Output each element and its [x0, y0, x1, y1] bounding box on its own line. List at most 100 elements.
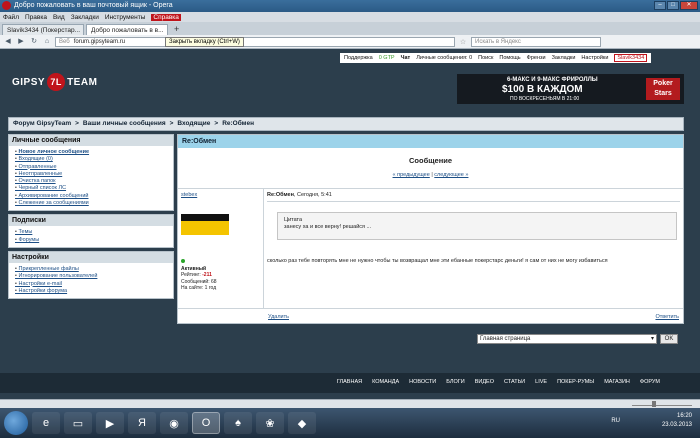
nav-support[interactable]: Поддержка [344, 55, 373, 61]
menu-bookmarks[interactable]: Закладки [71, 14, 99, 21]
menu-view[interactable]: Вид [53, 14, 65, 21]
post-text: сколько раз тебе повторять мне не нужно … [267, 258, 608, 264]
opera-icon[interactable]: O [192, 412, 220, 434]
zoom-slider[interactable] [632, 401, 692, 407]
menu-help[interactable]: Справка [151, 13, 181, 21]
nav-pm[interactable]: Личные сообщения: 0 [416, 55, 472, 61]
post-subject: Re:Обмен [267, 192, 294, 198]
nav-chat[interactable]: Чат [401, 55, 411, 61]
logo-text-left: GIPSY [12, 76, 46, 88]
sidebar-item-sent[interactable]: Отправленные [15, 164, 169, 171]
menu-bar: Файл Правка Вид Закладки Инструменты Спр… [0, 12, 700, 22]
crumb-forum[interactable]: Форум GipsyTeam [13, 118, 71, 130]
window-title: Добро пожаловать в ваш почтовый ящик - O… [14, 2, 173, 9]
footer-news[interactable]: НОВОСТИ [409, 379, 436, 385]
footer-articles[interactable]: СТАТЬИ [504, 379, 525, 385]
home-icon[interactable]: ⌂ [42, 37, 52, 47]
author-link[interactable]: stebex [181, 192, 260, 198]
yandex-icon[interactable]: Я [128, 412, 156, 434]
sidebar-item-forum-settings[interactable]: Настройки форума [15, 288, 169, 295]
sidebar-item-ignore[interactable]: Игнорирование пользователей [15, 273, 169, 280]
footer-blogs[interactable]: БЛОГИ [446, 379, 464, 385]
sidebar-item-email[interactable]: Настройки e-mail [15, 281, 169, 288]
menu-tools[interactable]: Инструменты [105, 14, 146, 21]
nav-search[interactable]: Поиск [478, 55, 493, 61]
crumb-current: Re:Обмен [222, 120, 254, 127]
start-button[interactable] [4, 411, 28, 435]
forum-jump-select[interactable]: Главная страница [477, 334, 657, 344]
tab-mailbox[interactable]: Добро пожаловать в в... [86, 24, 168, 35]
tray-clock[interactable]: 16:20 23.03.2013 [662, 412, 692, 430]
opera-logo-icon[interactable] [2, 1, 11, 10]
delete-link[interactable]: Удалить [268, 314, 289, 320]
author-avatar [181, 214, 229, 235]
forum-jump-ok-button[interactable]: OK [660, 334, 678, 344]
pokerstars-logo: Poker Stars [646, 78, 680, 100]
minimize-button[interactable]: – [654, 1, 666, 10]
menu-file[interactable]: Файл [3, 14, 19, 21]
reload-icon[interactable]: ↻ [29, 37, 39, 47]
next-message-link[interactable]: следующее » [434, 172, 468, 178]
pokerstars-icon[interactable]: ♠ [224, 412, 252, 434]
sidebar-item-archive[interactable]: Архивирование сообщений [15, 193, 169, 200]
crumb-pm[interactable]: Ваши личные сообщения [83, 118, 166, 130]
url-text: forum.gipsyteam.ru [73, 38, 126, 45]
prev-message-link[interactable]: « предыдущее [393, 172, 430, 178]
sidebar-item-unsent[interactable]: Неотправленные [15, 171, 169, 178]
new-tab-button[interactable]: + [170, 24, 183, 35]
forward-icon[interactable]: ▶ [16, 37, 26, 47]
nav-help[interactable]: Помощь [499, 55, 520, 61]
banner-line1: 6-МАКС И 9-МАКС ФРИРОЛЛЫ [507, 77, 598, 83]
footer-forum[interactable]: ФОРУМ [640, 379, 660, 385]
maximize-button[interactable]: □ [667, 1, 679, 10]
nav-gtp[interactable]: 0 GTP [379, 55, 395, 61]
crumb-inbox[interactable]: Входящие [177, 118, 210, 130]
footer-team[interactable]: КОМАНДА [372, 379, 399, 385]
tray-language[interactable]: RU [611, 418, 620, 424]
icq-icon[interactable]: ❀ [256, 412, 284, 434]
media-icon[interactable]: ▶ [96, 412, 124, 434]
back-icon[interactable]: ◀ [3, 37, 13, 47]
nav-bookmarks[interactable]: Закладки [552, 55, 576, 61]
nav-user[interactable]: Slavik3434 [614, 54, 648, 62]
pokerstars-banner[interactable]: 6-МАКС И 9-МАКС ФРИРОЛЛЫ $100 В КАЖДОМ П… [457, 74, 684, 104]
bookmark-star-icon[interactable]: ☆ [458, 38, 468, 46]
sidebar-item-tracking[interactable]: Слежение за сообщениями [15, 200, 169, 207]
post-date: , Сегодня, 5:41 [293, 192, 332, 198]
footer-main[interactable]: ГЛАВНАЯ [337, 379, 362, 385]
browser-statusbar [0, 399, 700, 408]
tray-date: 23.03.2013 [661, 422, 692, 428]
url-field[interactable]: Веб forum.gipsyteam.ru [55, 36, 455, 47]
tab-bar: Slavik3434 (Покерстар... Добро пожаловат… [0, 22, 700, 35]
footer-rooms[interactable]: ПОКЕР-РУМЫ [557, 379, 594, 385]
ie-icon[interactable]: e [32, 412, 60, 434]
sidebar-item-topics[interactable]: Темы [15, 229, 169, 236]
message-pager: « предыдущее | следующее » [178, 172, 683, 178]
tray-time: 16:20 [676, 413, 692, 419]
top-nav: Поддержка 0 GTP Чат Личные сообщения: 0 … [340, 53, 652, 63]
rating-value: -211 [202, 272, 212, 278]
nav-frenzy[interactable]: Френзи [527, 55, 546, 61]
close-window-button[interactable]: ✕ [680, 1, 698, 10]
menu-edit[interactable]: Правка [25, 14, 47, 21]
footer-shop[interactable]: МАГАЗИН [604, 379, 630, 385]
reply-link[interactable]: Ответить [655, 314, 679, 320]
sidebar-item-blacklist[interactable]: Черный список ЛС [15, 185, 169, 192]
chrome-icon[interactable]: ◉ [160, 412, 188, 434]
site-logo[interactable]: GIPSY 7L TEAM [12, 72, 97, 92]
tab-pokerstars[interactable]: Slavik3434 (Покерстар... [2, 24, 84, 35]
app-icon[interactable]: ◆ [288, 412, 316, 434]
nav-settings[interactable]: Настройки [581, 55, 608, 61]
footer-video[interactable]: ВИДЕО [475, 379, 494, 385]
sidebar-item-inbox[interactable]: Входящие (0) [15, 156, 169, 163]
window-controls: – □ ✕ [654, 1, 698, 10]
web-label: Веб [59, 38, 70, 45]
banner-line2: $100 В КАЖДОМ [502, 84, 583, 95]
search-input[interactable]: Искать в Яндекс [471, 36, 601, 47]
sidebar-item-new-pm[interactable]: Новое личное сообщение [15, 149, 169, 156]
sidebar: Личные сообщения Новое личное сообщение … [8, 134, 174, 324]
sidebar-item-forums[interactable]: Форумы [15, 237, 169, 244]
footer-live[interactable]: LIVE [535, 379, 547, 385]
explorer-icon[interactable]: ▭ [64, 412, 92, 434]
sidebar-settings-title: Настройки [9, 251, 173, 263]
